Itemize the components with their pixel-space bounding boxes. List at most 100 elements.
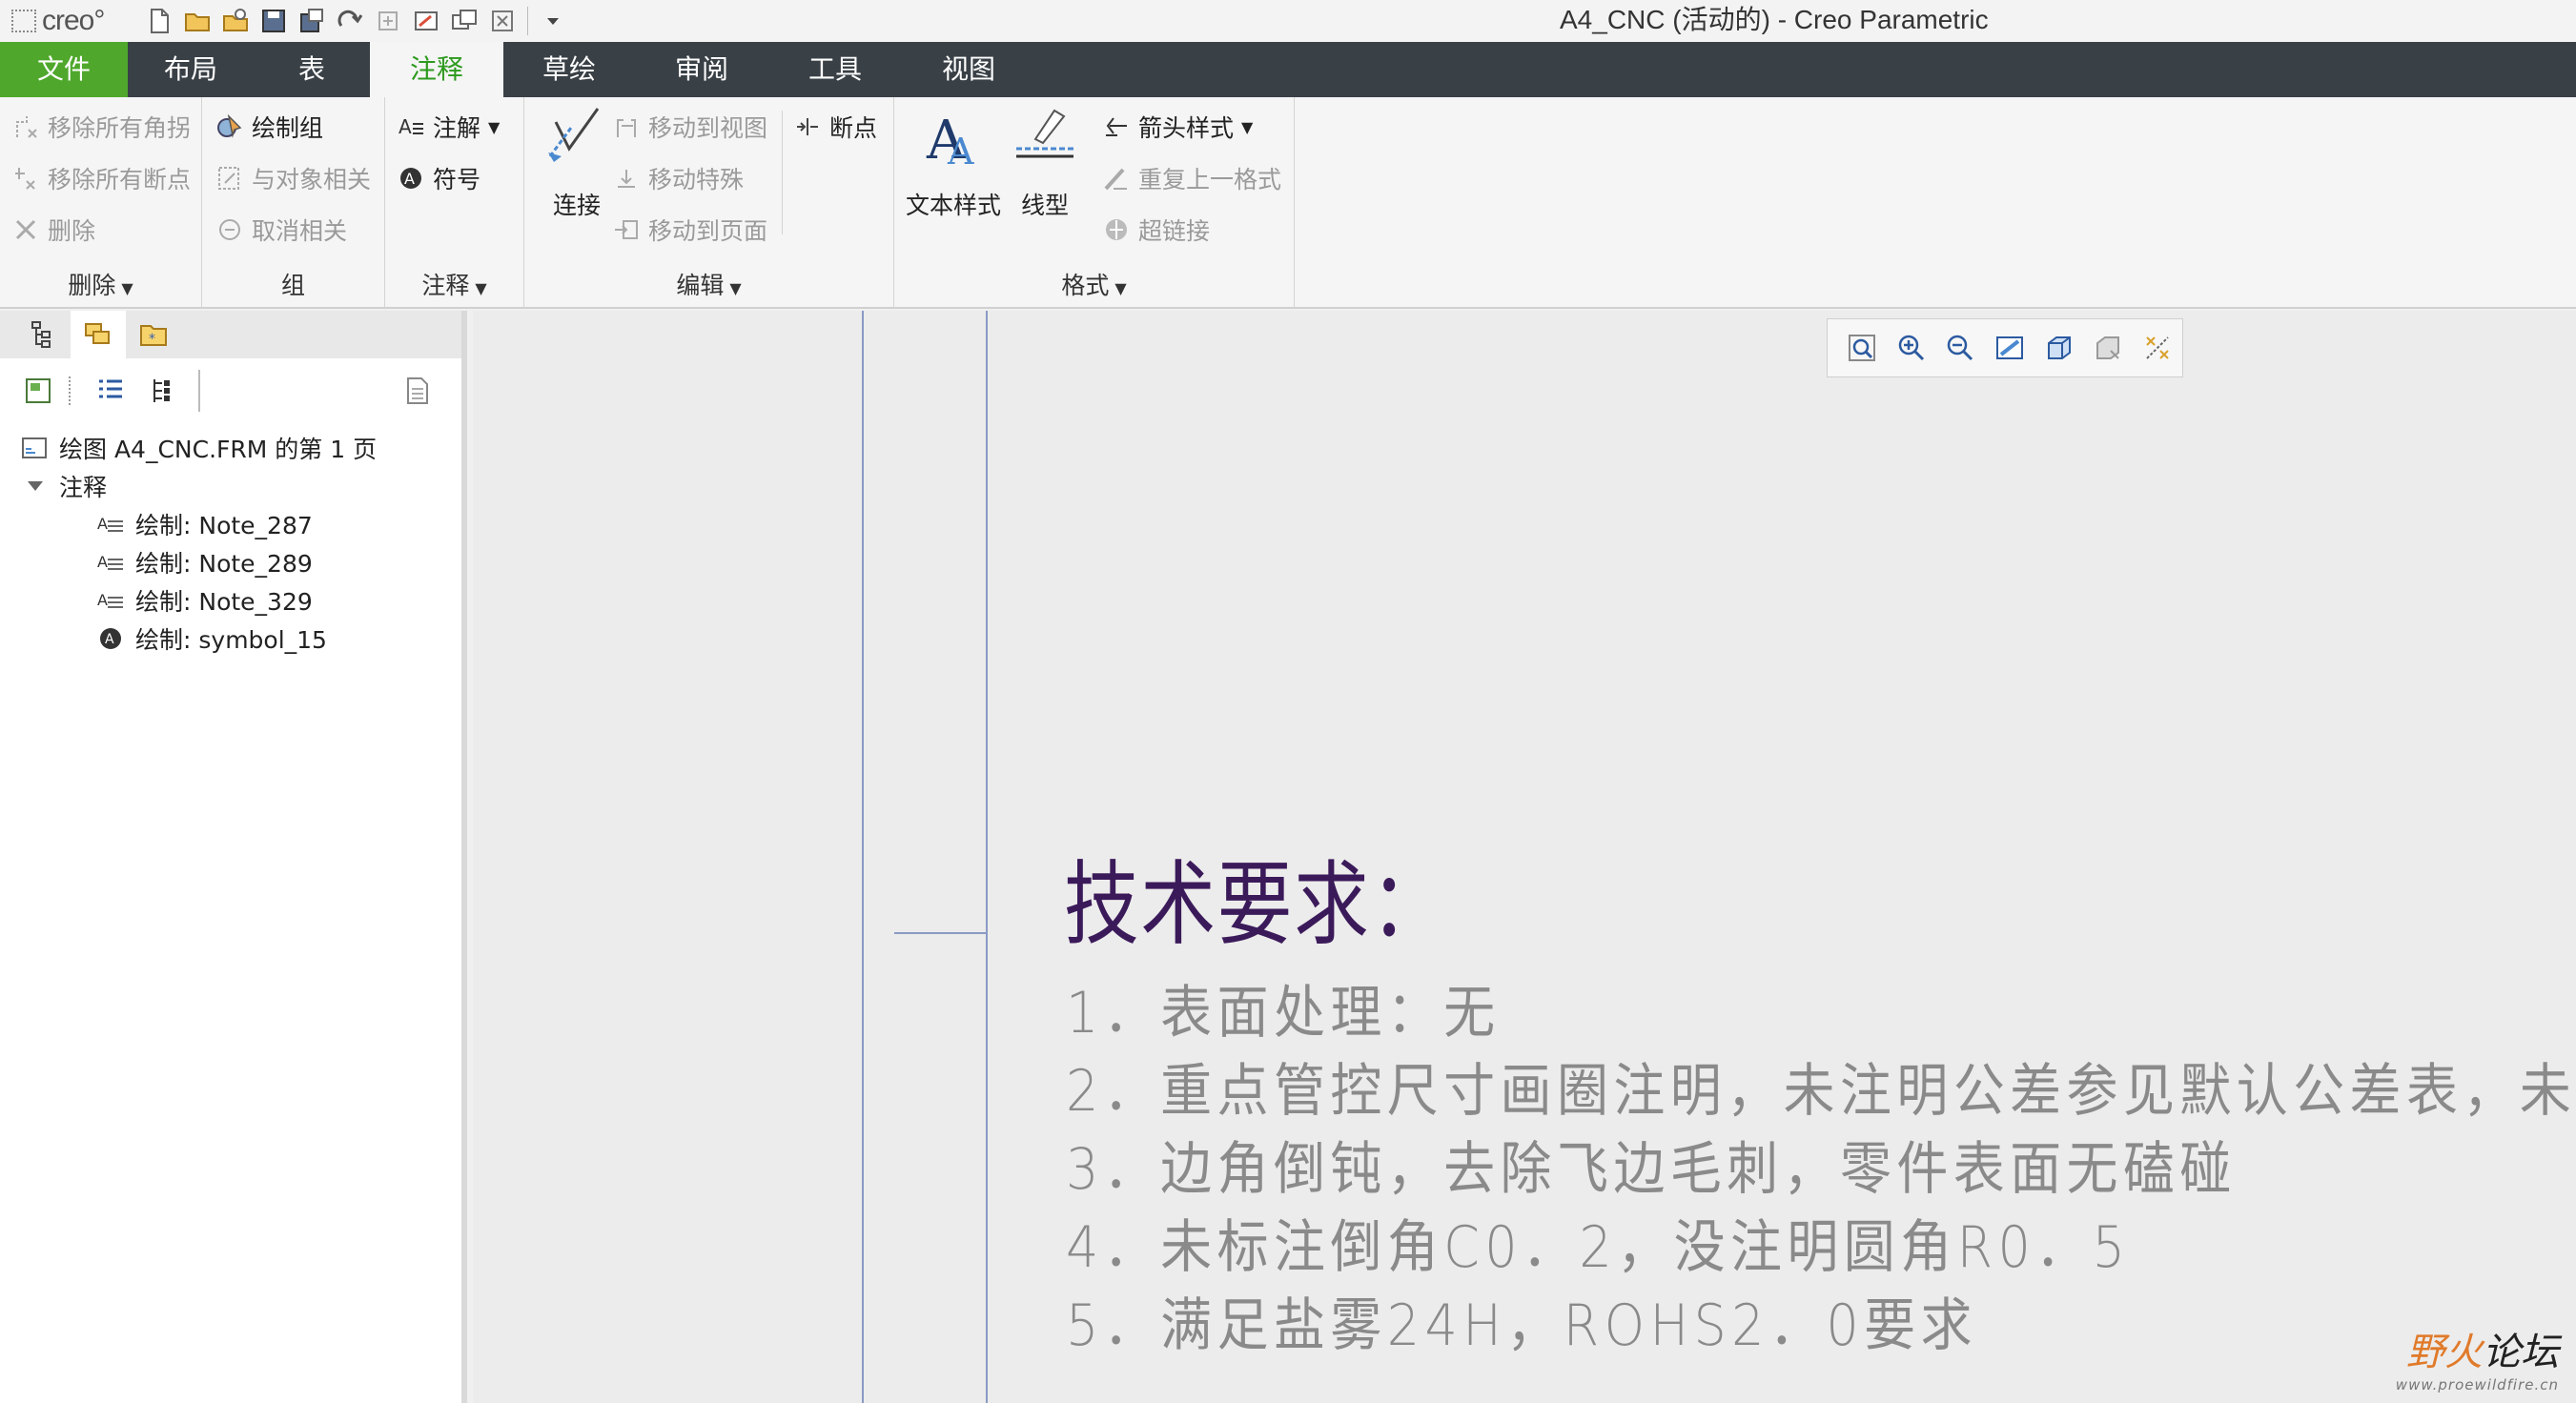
requirement-line-1[interactable]: 1．表面处理：无 bbox=[1066, 966, 1501, 1049]
tab-annotate[interactable]: 注释 bbox=[370, 42, 503, 97]
move-to-sheet-icon bbox=[612, 215, 641, 244]
tree-item-label: 绘制: Note_289 bbox=[135, 550, 313, 578]
unrelate-icon bbox=[215, 215, 244, 244]
zoom-in-icon[interactable] bbox=[1887, 323, 1936, 373]
repaint-icon[interactable] bbox=[1985, 323, 2034, 373]
remove-all-breaks-button[interactable]: 移除所有断点 bbox=[11, 154, 191, 202]
favorites-tab[interactable]: * bbox=[126, 311, 181, 358]
svg-text:A: A bbox=[97, 515, 108, 533]
remove-breaks-icon bbox=[11, 164, 40, 193]
forum-watermark: 野火论坛 www.proewildfire.cn bbox=[2396, 1321, 2559, 1393]
tab-table[interactable]: 表 bbox=[254, 42, 370, 97]
drawing-canvas[interactable]: 技术要求： 1．表面处理：无 2．重点管控尺寸画圈注明，未注明公差参见默认公差表… bbox=[473, 311, 2576, 1403]
symbol-icon: A bbox=[95, 623, 126, 654]
panel-toolbar bbox=[0, 358, 461, 423]
technical-requirements-title[interactable]: 技术要求： bbox=[1064, 830, 1447, 963]
text-style-button[interactable]: AA 文本样式 bbox=[904, 103, 1003, 221]
tree-item-note-287[interactable]: A 绘制: Note_287 bbox=[0, 505, 461, 543]
draw-group-label: 绘制组 bbox=[252, 114, 324, 142]
connect-button[interactable]: 连接 bbox=[532, 103, 622, 221]
redo-icon[interactable] bbox=[331, 2, 369, 40]
edit-group-label[interactable]: 编辑 ▼ bbox=[524, 267, 893, 301]
requirement-line-4[interactable]: 4．未标注倒角C0．2，没注明圆角R0．5 bbox=[1066, 1201, 2130, 1284]
tab-layout[interactable]: 布局 bbox=[128, 42, 254, 97]
annotation-group: A 注解 ▼ A 符号 注释 ▼ bbox=[385, 97, 524, 307]
svg-text:A: A bbox=[97, 591, 108, 609]
note-dropdown-icon[interactable]: ▼ bbox=[488, 118, 500, 136]
tree-item-symbol-15[interactable]: A 绘制: symbol_15 bbox=[0, 620, 461, 658]
zoom-out-icon[interactable] bbox=[1935, 323, 1985, 373]
delete-button[interactable]: 删除 bbox=[11, 206, 95, 254]
window-icon[interactable] bbox=[407, 2, 445, 40]
hyperlink-icon bbox=[1102, 215, 1131, 244]
arrow-style-dropdown-icon[interactable]: ▼ bbox=[1241, 118, 1253, 136]
move-to-view-icon bbox=[612, 112, 641, 141]
tree-root[interactable]: 绘图 A4_CNC.FRM 的第 1 页 bbox=[0, 429, 461, 467]
layers-tab[interactable] bbox=[71, 311, 126, 358]
list-view-icon[interactable] bbox=[90, 370, 132, 412]
tab-review[interactable]: 审阅 bbox=[635, 42, 768, 97]
refit-icon[interactable] bbox=[1837, 323, 1887, 373]
unrelate-button[interactable]: 取消相关 bbox=[215, 206, 347, 254]
repeat-last-format-button[interactable]: 重复上一格式 bbox=[1102, 154, 1281, 202]
tab-sketch[interactable]: 草绘 bbox=[503, 42, 635, 97]
panel-tabs: * bbox=[0, 311, 461, 358]
line-style-button[interactable]: 线型 bbox=[1007, 103, 1083, 221]
svg-text:A: A bbox=[97, 553, 108, 571]
hyperlink-button[interactable]: 超链接 bbox=[1102, 206, 1210, 254]
open-recent-icon[interactable] bbox=[216, 2, 255, 40]
new-icon[interactable] bbox=[140, 2, 178, 40]
remove-all-jogs-button[interactable]: 移除所有角拐 bbox=[11, 103, 191, 151]
line-style-label: 线型 bbox=[1020, 192, 1069, 219]
more-icon[interactable] bbox=[534, 2, 572, 40]
save-as-icon[interactable] bbox=[293, 2, 331, 40]
requirement-line-2[interactable]: 2．重点管控尺寸画圈注明，未注明公差参见默认公差表，未注尺寸见3D模型 bbox=[1066, 1045, 2576, 1128]
open-icon[interactable] bbox=[178, 2, 216, 40]
logo-mark-icon bbox=[11, 10, 36, 32]
drawing-tree-tab[interactable] bbox=[15, 311, 71, 358]
annotation-group-label[interactable]: 注释 ▼ bbox=[385, 267, 523, 301]
move-special-button[interactable]: 移动特殊 bbox=[612, 154, 744, 202]
move-to-sheet-button[interactable]: 移动到页面 bbox=[612, 206, 767, 254]
watermark-logo: 野火论坛 bbox=[2406, 1331, 2559, 1374]
tree-item-note-329[interactable]: A 绘制: Note_329 bbox=[0, 581, 461, 620]
sheet-border-outer bbox=[862, 311, 864, 1403]
move-to-view-button[interactable]: 移动到视图 bbox=[612, 103, 767, 151]
format-group-label[interactable]: 格式 ▼ bbox=[894, 267, 1294, 301]
settings-page-icon[interactable] bbox=[397, 370, 439, 412]
tab-file[interactable]: 文件 bbox=[0, 42, 128, 97]
requirement-line-5[interactable]: 5．满足盐雾24H，ROHS2．0要求 bbox=[1066, 1279, 1977, 1362]
draw-group-button[interactable]: 绘制组 bbox=[215, 103, 323, 151]
svg-text:A: A bbox=[105, 632, 114, 647]
unrelate-label: 取消相关 bbox=[252, 217, 348, 245]
ribbon: 移除所有角拐 移除所有断点 删除 删除▼ 绘制组 与对象相关 取消相关 组 A bbox=[0, 97, 2576, 309]
delete-group-label[interactable]: 删除 ▼ bbox=[0, 267, 201, 301]
save-icon[interactable] bbox=[255, 2, 293, 40]
breakpoint-button[interactable]: 断点 bbox=[793, 103, 877, 151]
datum-display-icon[interactable] bbox=[2133, 323, 2182, 373]
tab-tools[interactable]: 工具 bbox=[768, 42, 902, 97]
tab-view[interactable]: 视图 bbox=[902, 42, 1035, 97]
expand-triangle-icon[interactable] bbox=[25, 471, 46, 501]
saved-views-icon[interactable] bbox=[2084, 323, 2134, 373]
tree-view-icon[interactable] bbox=[141, 370, 183, 412]
tree-item-note-289[interactable]: A 绘制: Note_289 bbox=[0, 543, 461, 581]
sheet-border-inner bbox=[986, 311, 988, 1403]
tree-folder-annotations[interactable]: 注释 bbox=[0, 467, 461, 505]
arrow-style-button[interactable]: 箭头样式 ▼ bbox=[1102, 103, 1253, 151]
relate-to-object-button[interactable]: 与对象相关 bbox=[215, 154, 371, 202]
requirement-line-3[interactable]: 3．边角倒钝，去除飞边毛刺，零件表面无磕碰 bbox=[1066, 1123, 2237, 1206]
windows-icon[interactable] bbox=[445, 2, 483, 40]
tree-folder-label: 注释 bbox=[59, 474, 108, 501]
note-button[interactable]: A 注解 ▼ bbox=[397, 103, 500, 151]
sheet-icon[interactable] bbox=[17, 370, 59, 412]
svg-text:A: A bbox=[399, 115, 412, 138]
close-window-icon[interactable] bbox=[483, 2, 521, 40]
display-style-icon[interactable] bbox=[2034, 323, 2084, 373]
symbol-button[interactable]: A 符号 bbox=[397, 154, 480, 202]
qat-separator bbox=[527, 7, 529, 35]
move-to-sheet-label: 移动到页面 bbox=[648, 217, 768, 245]
regenerate-icon[interactable] bbox=[369, 2, 407, 40]
tree-item-label: 绘制: symbol_15 bbox=[135, 626, 327, 654]
toolbar-separator bbox=[198, 370, 200, 412]
